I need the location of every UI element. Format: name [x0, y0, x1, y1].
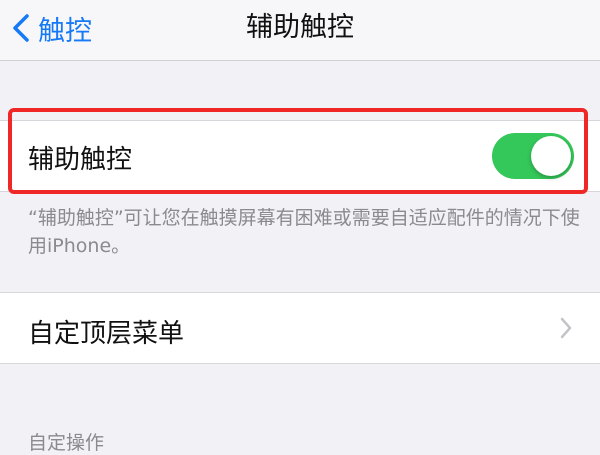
customize-top-level-menu-row[interactable]: 自定顶层菜单	[0, 292, 600, 364]
customize-top-level-menu-label: 自定顶层菜单	[28, 319, 185, 349]
highlight-box	[8, 108, 588, 194]
chevron-right-icon	[560, 317, 572, 339]
custom-actions-header: 自定操作	[28, 432, 105, 454]
navigation-bar: 触控 辅助触控	[0, 0, 600, 61]
assistive-touch-footnote: “辅助触控”可让您在触摸屏幕有困难或需要自适应配件的情况下使用iPhone。	[28, 207, 580, 257]
page-title: 辅助触控	[246, 12, 354, 43]
